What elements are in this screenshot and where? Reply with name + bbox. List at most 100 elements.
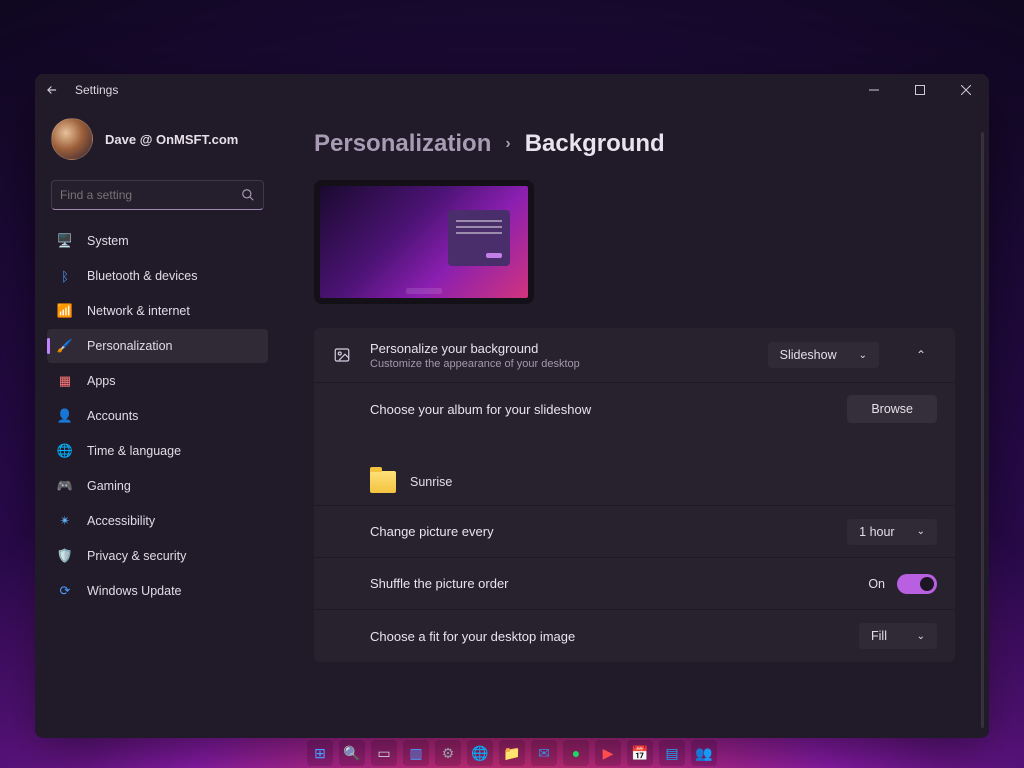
sidebar-item-accessibility[interactable]: ✴ Accessibility — [47, 504, 268, 538]
selected-album[interactable]: Sunrise — [332, 471, 452, 493]
background-mode-dropdown[interactable]: Slideshow ⌄ — [768, 342, 879, 368]
shuffle-row: Shuffle the picture order On — [314, 558, 955, 610]
nav-label: System — [87, 234, 129, 248]
profile[interactable]: Dave @ OnMSFT.com — [43, 114, 272, 172]
chevron-down-icon: ⌄ — [859, 350, 867, 361]
taskbar: ⊞🔍▭▥⚙🌐📁✉●▶📅▤👥 — [0, 738, 1024, 768]
sidebar-item-time-language[interactable]: 🌐Time & language — [47, 434, 268, 468]
sidebar-item-windows-update[interactable]: ⟳ Windows Update — [47, 574, 268, 608]
nav-label: Personalization — [87, 339, 172, 353]
taskbar-taskview[interactable]: ▭ — [371, 740, 397, 766]
interval-value: 1 hour — [859, 525, 894, 539]
fit-label: Choose a fit for your desktop image — [370, 629, 841, 644]
taskbar-calendar[interactable]: 📅 — [627, 740, 653, 766]
nav-icon: 🎮 — [57, 478, 73, 494]
nav-label: Privacy & security — [87, 549, 186, 563]
desktop-preview — [314, 180, 534, 304]
search-icon — [241, 188, 255, 202]
interval-row: Change picture every 1 hour ⌄ — [314, 506, 955, 558]
avatar — [51, 118, 93, 160]
taskbar-settings[interactable]: ⚙ — [435, 740, 461, 766]
personalize-title: Personalize your background — [370, 341, 750, 356]
sidebar-item-apps[interactable]: ▦ Apps — [47, 364, 268, 398]
album-label: Choose your album for your slideshow — [370, 402, 829, 417]
scrollbar[interactable] — [981, 132, 984, 728]
picture-icon — [332, 346, 352, 364]
shuffle-label: Shuffle the picture order — [370, 576, 850, 591]
album-row: Choose your album for your slideshow Bro… — [314, 383, 955, 506]
personalize-subtitle: Customize the appearance of your desktop — [370, 358, 750, 370]
fit-dropdown[interactable]: Fill ⌄ — [859, 623, 937, 649]
interval-dropdown[interactable]: 1 hour ⌄ — [847, 519, 937, 545]
nav-label: Gaming — [87, 479, 131, 493]
nav-label: Bluetooth & devices — [87, 269, 198, 283]
back-button[interactable] — [45, 83, 59, 97]
taskbar-widgets[interactable]: ▥ — [403, 740, 429, 766]
nav-icon: 👤 — [57, 408, 73, 424]
background-settings-card: Personalize your background Customize th… — [314, 328, 955, 662]
nav-icon: ᛒ — [57, 268, 73, 284]
search-box[interactable] — [51, 180, 264, 210]
breadcrumb-parent[interactable]: Personalization — [314, 130, 491, 158]
browse-button[interactable]: Browse — [847, 395, 937, 423]
taskbar-search[interactable]: 🔍 — [339, 740, 365, 766]
chevron-up-icon: ⌃ — [916, 348, 926, 362]
shuffle-toggle[interactable] — [897, 574, 937, 594]
titlebar: Settings — [35, 74, 989, 106]
preview-taskbar-mock — [406, 288, 442, 294]
sidebar-item-accounts[interactable]: 👤 Accounts — [47, 399, 268, 433]
minimize-button[interactable] — [851, 74, 897, 106]
settings-window: Settings Dave @ OnMSFT.com 🖥️ System ᛒ Blue… — [35, 74, 989, 738]
chevron-down-icon: ⌄ — [917, 526, 925, 537]
sidebar-item-bluetooth-devices[interactable]: ᛒ Bluetooth & devices — [47, 259, 268, 293]
search-input[interactable] — [60, 188, 241, 202]
shuffle-state-label: On — [868, 577, 885, 591]
sidebar-item-network-internet[interactable]: 📶 Network & internet — [47, 294, 268, 328]
taskbar-explorer[interactable]: 📁 — [499, 740, 525, 766]
nav-label: Network & internet — [87, 304, 190, 318]
preview-window-mock — [448, 210, 510, 266]
taskbar-start[interactable]: ⊞ — [307, 740, 333, 766]
sidebar: Dave @ OnMSFT.com 🖥️ System ᛒ Bluetooth & d… — [35, 106, 280, 738]
nav-icon: 📶 — [57, 303, 73, 319]
chevron-right-icon: › — [505, 135, 510, 153]
nav-icon: ▦ — [57, 373, 73, 389]
nav-label: Time & language — [87, 444, 181, 458]
nav-icon: ✴ — [57, 513, 73, 529]
nav-list: 🖥️ System ᛒ Bluetooth & devices 📶 Network & i… — [43, 224, 272, 608]
personalize-row: Personalize your background Customize th… — [314, 328, 955, 383]
content-area: Personalization › Background Personalize… — [280, 106, 989, 738]
breadcrumb-current: Background — [525, 130, 665, 158]
nav-label: Windows Update — [87, 584, 182, 598]
window-controls — [851, 74, 989, 106]
user-name: Dave @ OnMSFT.com — [105, 132, 238, 147]
close-button[interactable] — [943, 74, 989, 106]
nav-label: Accounts — [87, 409, 138, 423]
taskbar-play[interactable]: ▶ — [595, 740, 621, 766]
sidebar-item-system[interactable]: 🖥️ System — [47, 224, 268, 258]
chevron-down-icon: ⌄ — [917, 631, 925, 642]
interval-label: Change picture every — [370, 524, 829, 539]
nav-label: Apps — [87, 374, 116, 388]
nav-icon: 🖥️ — [57, 233, 73, 249]
fit-value: Fill — [871, 629, 887, 643]
sidebar-item-privacy-security[interactable]: 🛡️ Privacy & security — [47, 539, 268, 573]
window-title: Settings — [75, 83, 118, 97]
sidebar-item-gaming[interactable]: 🎮 Gaming — [47, 469, 268, 503]
taskbar-twitter[interactable]: ▤ — [659, 740, 685, 766]
taskbar-mail[interactable]: ✉ — [531, 740, 557, 766]
taskbar-teams[interactable]: 👥 — [691, 740, 717, 766]
album-folder-name: Sunrise — [410, 475, 452, 489]
fit-row: Choose a fit for your desktop image Fill… — [314, 610, 955, 662]
maximize-button[interactable] — [897, 74, 943, 106]
sidebar-item-personalization[interactable]: 🖌️ Personalization — [47, 329, 268, 363]
taskbar-spotify[interactable]: ● — [563, 740, 589, 766]
nav-icon: ⟳ — [57, 583, 73, 599]
nav-icon: 🛡️ — [57, 548, 73, 564]
collapse-button[interactable]: ⌃ — [905, 340, 937, 370]
breadcrumb: Personalization › Background — [314, 130, 955, 158]
nav-icon: 🖌️ — [57, 338, 73, 354]
taskbar-edge[interactable]: 🌐 — [467, 740, 493, 766]
folder-icon — [370, 471, 396, 493]
nav-label: Accessibility — [87, 514, 155, 528]
